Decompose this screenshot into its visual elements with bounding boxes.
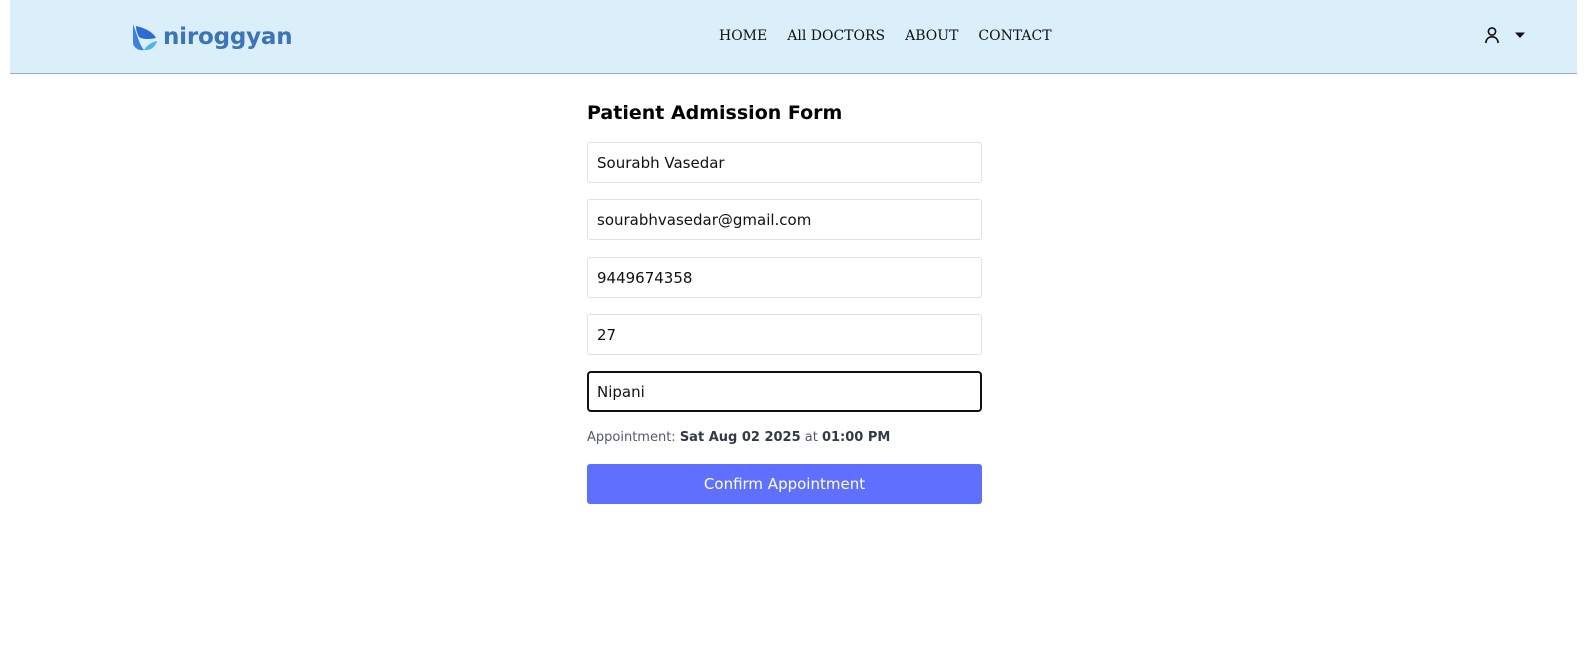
confirm-appointment-button[interactable]: Confirm Appointment [587, 464, 982, 504]
user-icon [1485, 27, 1499, 44]
appointment-date: Sat Aug 02 2025 [679, 430, 801, 445]
caret-down-icon [1515, 32, 1525, 38]
patient-admission-form: Patient Admission Form Appointment: Sat … [587, 100, 982, 504]
address-field[interactable] [587, 371, 982, 412]
appointment-time: 01:00 PM [821, 430, 891, 445]
appointment-summary: Appointment: Sat Aug 02 2025 at 01:00 PM [587, 430, 890, 445]
nav-item-home: HOME [719, 27, 767, 45]
page: niroggyan HOME All DOCTORS ABOUT CONTACT… [0, 0, 1587, 663]
user-menu-toggle[interactable] [1484, 26, 1526, 44]
top-navbar: niroggyan HOME All DOCTORS ABOUT CONTACT [10, 0, 1577, 74]
nav-item-contact: CONTACT [978, 27, 1051, 45]
age-field[interactable] [587, 314, 982, 355]
full-name-field[interactable] [587, 142, 982, 183]
nav-link-home[interactable]: HOME [719, 27, 767, 45]
leaf-logo-icon [133, 24, 157, 51]
nav-link-all-doctors[interactable]: All DOCTORS [787, 27, 885, 45]
nav-link-about[interactable]: ABOUT [905, 27, 958, 45]
nav-item-all-doctors: All DOCTORS [787, 27, 885, 45]
form-title: Patient Admission Form [587, 102, 843, 124]
nav-link-contact[interactable]: CONTACT [978, 27, 1051, 45]
brand-name: niroggyan [163, 24, 293, 50]
nav-item-about: ABOUT [905, 27, 958, 45]
brand-logo-link[interactable]: niroggyan [131, 22, 293, 52]
appointment-connector: at [800, 430, 822, 445]
main-nav: HOME All DOCTORS ABOUT CONTACT [719, 27, 1052, 45]
email-field[interactable] [587, 199, 982, 240]
phone-field[interactable] [587, 257, 982, 298]
appointment-label: Appointment: [587, 430, 680, 445]
